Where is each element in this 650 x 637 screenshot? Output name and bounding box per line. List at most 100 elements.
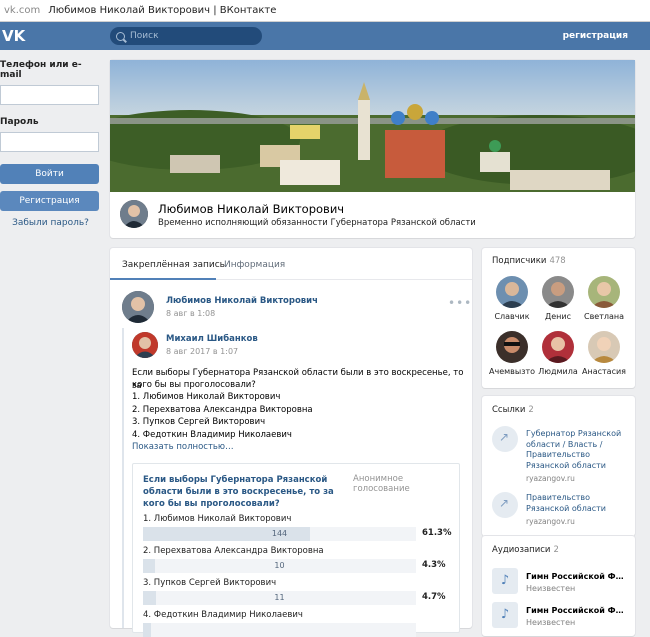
subscriber-avatar	[588, 331, 620, 363]
cover-image	[110, 60, 635, 192]
subscriber-avatar	[496, 276, 528, 308]
subscriber[interactable]: Светлана	[581, 276, 627, 321]
poll-option[interactable]: 3. Пупков Сергей Викторович 11 4.7%	[143, 578, 453, 605]
audio-title: Аудиозаписи	[492, 545, 551, 555]
subscribers-count: 478	[549, 256, 566, 266]
login-panel: Телефон или e-mail Пароль Войти Регистра…	[0, 60, 101, 228]
subscriber-name: Анастасия	[582, 367, 626, 376]
post-date[interactable]: 8 авг в 1:08	[166, 309, 215, 318]
register-button[interactable]: Регистрация	[0, 191, 99, 211]
links-header[interactable]: Ссылки 2	[492, 405, 534, 415]
post-text-line: 1. Любимов Николай Викторович	[132, 392, 281, 402]
poll-option-label: 4. Федоткин Владимир Николаевич	[143, 610, 303, 620]
link-icon	[492, 426, 518, 452]
poll-percent: 61.3%	[422, 528, 452, 538]
poll-percent: 4.7%	[422, 592, 446, 602]
link-domain: ryazangov.ru	[526, 474, 575, 483]
phone-input[interactable]	[0, 85, 99, 105]
subscriber-avatar	[496, 331, 528, 363]
poll: Если выборы Губернатора Рязанской област…	[132, 463, 460, 637]
music-note-icon[interactable]: ♪	[492, 602, 518, 628]
subscriber-name: Людмила	[538, 367, 578, 376]
subscribers-title: Подписчики	[492, 256, 547, 266]
poll-percent: 4.3%	[422, 560, 446, 570]
profile-avatar[interactable]	[120, 200, 148, 228]
audio-card: Аудиозаписи2 ♪ Гимн Российской Федерации…	[482, 536, 635, 636]
poll-type: Анонимное голосование	[353, 474, 410, 494]
poll-option[interactable]: 2. Перехватова Александра Викторовна 10 …	[143, 546, 453, 573]
poll-bar	[143, 623, 416, 637]
poll-option-label: 2. Перехватова Александра Викторовна	[143, 546, 324, 556]
vk-logo-icon[interactable]: VK	[2, 27, 25, 45]
audio-track-artist[interactable]: Неизвестен	[526, 584, 575, 593]
active-tab-underline	[110, 278, 216, 280]
poll-option[interactable]: 1. Любимов Николай Викторович 144 61.3%	[143, 514, 453, 541]
repost-date[interactable]: 8 авг 2017 в 1:07	[166, 347, 238, 356]
post-author-avatar[interactable]	[122, 291, 154, 323]
subscriber[interactable]: Славчик	[489, 276, 535, 321]
subscriber[interactable]: Людмила	[535, 331, 581, 376]
tab-information[interactable]: Информация	[224, 260, 285, 270]
links-card: Ссылки2 Губернатор Рязанской области / В…	[482, 396, 635, 536]
music-note-icon[interactable]: ♪	[492, 568, 518, 594]
post-author-name[interactable]: Любимов Николай Викторович	[166, 296, 318, 306]
subscriber-name: Ачемвызто	[489, 367, 535, 376]
poll-option[interactable]: 4. Федоткин Владимир Николаевич	[143, 610, 453, 637]
subscriber-name: Денис	[545, 312, 571, 321]
forgot-password-link[interactable]: Забыли пароль?	[0, 218, 101, 228]
register-link[interactable]: регистрация	[563, 31, 628, 41]
audio-track-title[interactable]: Гимн Российской Федерации	[526, 606, 626, 615]
top-header: VK Поиск регистрация	[0, 22, 650, 50]
browser-title-bar: vk.com Любимов Николай Викторович | ВКон…	[0, 0, 650, 22]
subscribers-card: Подписчики 478 Славчик Денис Светлана Аче…	[482, 248, 635, 388]
post-menu-icon[interactable]: •••	[448, 296, 472, 310]
login-button[interactable]: Войти	[0, 164, 99, 184]
audio-header[interactable]: Аудиозаписи 2	[492, 545, 559, 555]
search-icon	[116, 31, 125, 41]
repost-author-avatar[interactable]	[132, 332, 158, 358]
audio-track-title[interactable]: Гимн Российской Федерации	[526, 572, 626, 581]
poll-bar: 144	[143, 527, 416, 541]
show-more-link[interactable]: Показать полностью…	[132, 442, 234, 452]
subscriber[interactable]: Ачемвызто	[489, 331, 535, 376]
link-title[interactable]: Правительство Рязанской области	[526, 493, 626, 514]
post-text-line: кого бы вы проголосовали?	[132, 380, 256, 390]
link-icon	[492, 492, 518, 518]
poll-option-label: 3. Пупков Сергей Викторович	[143, 578, 277, 588]
post-text-line: 4. Федоткин Владимир Николаевич	[132, 430, 292, 440]
poll-question: Если выборы Губернатора Рязанской област…	[143, 475, 334, 509]
wall-card: Закреплённая запись Информация Любимов Н…	[110, 248, 472, 637]
tab-pinned-post[interactable]: Закреплённая запись	[122, 260, 225, 270]
link-domain: ryazangov.ru	[526, 517, 575, 526]
poll-vote-count: 144	[271, 529, 288, 538]
post-text-line: 2. Перехватова Александра Викторовна	[132, 405, 313, 415]
links-count: 2	[528, 405, 534, 415]
poll-vote-count: 10	[274, 561, 285, 570]
profile-name: Любимов Николай Викторович	[158, 202, 345, 216]
phone-label: Телефон или e-mail	[0, 60, 82, 80]
browser-url[interactable]: vk.com	[4, 5, 40, 16]
subscriber-avatar	[542, 276, 574, 308]
poll-vote-count: 11	[274, 593, 285, 602]
password-input[interactable]	[0, 132, 99, 152]
link-title[interactable]: Губернатор Рязанской области / Власть / …	[526, 429, 626, 471]
search-input[interactable]: Поиск	[110, 27, 262, 45]
subscriber[interactable]: Анастасия	[581, 331, 627, 376]
browser-page-title: Любимов Николай Викторович | ВКонтакте	[48, 5, 277, 16]
subscribers-header[interactable]: Подписчики 478	[492, 256, 566, 266]
poll-bar: 11	[143, 591, 416, 605]
search-placeholder: Поиск	[130, 31, 159, 41]
audio-track-artist[interactable]: Неизвестен	[526, 618, 575, 627]
links-title: Ссылки	[492, 405, 526, 415]
subscriber-name: Светлана	[583, 312, 625, 321]
subscriber-avatar	[588, 276, 620, 308]
subscriber[interactable]: Денис	[535, 276, 581, 321]
subscriber-name: Славчик	[494, 312, 530, 321]
poll-bar: 10	[143, 559, 416, 573]
profile-status: Временно исполняющий обязанности Губерна…	[158, 218, 476, 228]
password-label: Пароль	[0, 117, 39, 127]
audio-count: 2	[553, 545, 559, 555]
poll-bar-fill	[143, 623, 152, 637]
wall-tabs: Закреплённая запись Информация	[110, 248, 472, 280]
repost-author-name[interactable]: Михаил Шибанков	[166, 334, 258, 344]
